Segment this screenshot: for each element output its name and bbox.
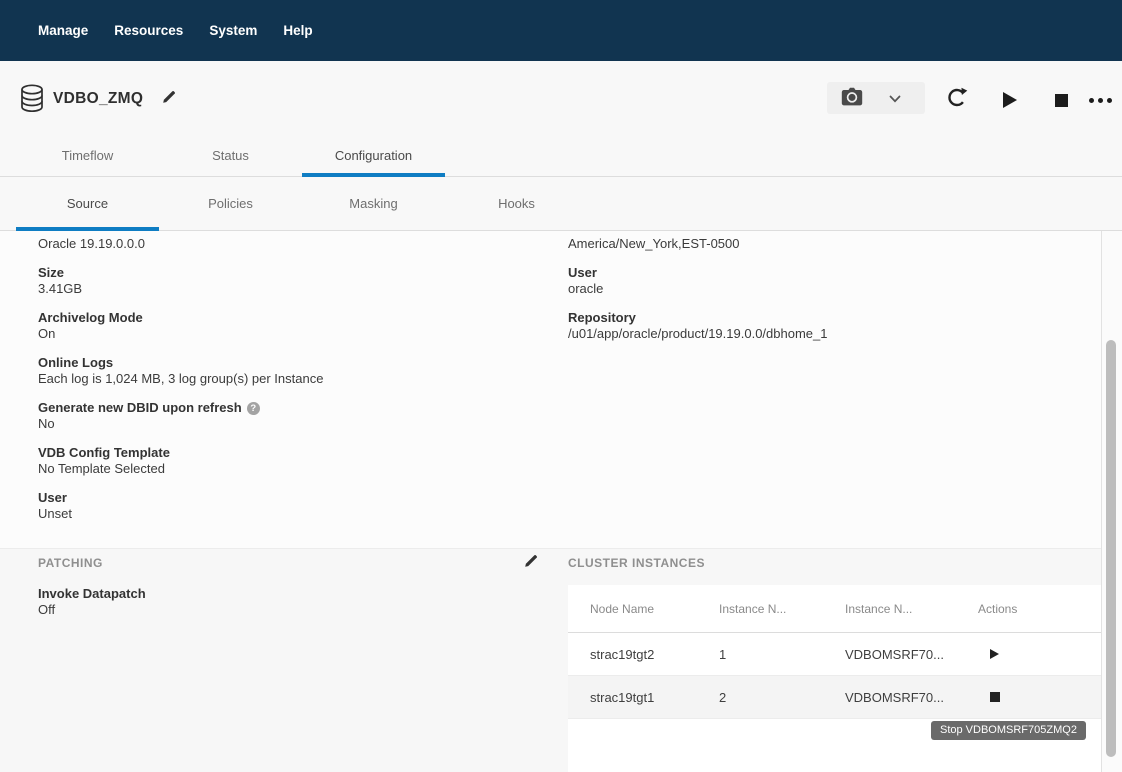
field-user-right: User oracle bbox=[568, 265, 1068, 297]
ellipsis-icon bbox=[1089, 98, 1112, 103]
field-label: Repository bbox=[568, 310, 1068, 326]
field-value: No bbox=[38, 416, 518, 432]
nav-item-system[interactable]: System bbox=[209, 23, 257, 38]
column-header-actions: Actions bbox=[978, 602, 1101, 616]
field-value: oracle bbox=[568, 281, 1068, 297]
stop-instance-tooltip: Stop VDBOMSRF705ZMQ2 bbox=[931, 721, 1086, 740]
details-right-column: America/New_York,EST-0500 User oracle Re… bbox=[568, 236, 1068, 355]
table-header-row: Node Name Instance N... Instance N... Ac… bbox=[568, 585, 1101, 633]
object-header: VDBO_ZMQ bbox=[0, 61, 1122, 135]
field-online-logs: Online Logs Each log is 1,024 MB, 3 log … bbox=[38, 355, 518, 387]
top-nav: Manage Resources System Help bbox=[0, 0, 1122, 61]
field-value: Off bbox=[38, 602, 146, 618]
cell-node-name: strac19tgt1 bbox=[590, 690, 719, 705]
app-window: Manage Resources System Help VDBO_ZMQ bbox=[0, 0, 1122, 772]
table-row: strac19tgt2 1 VDBOMSRF70... bbox=[568, 633, 1101, 676]
patching-section-heading: PATCHING bbox=[38, 556, 103, 570]
column-header-instance-number: Instance N... bbox=[719, 602, 845, 616]
field-vdb-config-template: VDB Config Template No Template Selected bbox=[38, 445, 518, 477]
snapshot-button-group bbox=[827, 82, 925, 114]
pencil-icon bbox=[523, 557, 539, 572]
stop-instance-button[interactable] bbox=[990, 692, 1000, 702]
chevron-down-icon bbox=[889, 91, 901, 106]
secondary-tabbar: Source Policies Masking Hooks bbox=[0, 177, 1122, 231]
stop-vdb-button[interactable] bbox=[1046, 85, 1076, 115]
subtab-hooks[interactable]: Hooks bbox=[445, 177, 588, 230]
cell-instance-number: 1 bbox=[719, 647, 845, 662]
stop-icon bbox=[1055, 94, 1068, 107]
field-generate-dbid: Generate new DBID upon refresh? No bbox=[38, 400, 518, 432]
snapshot-camera-button[interactable] bbox=[827, 82, 863, 114]
subtab-policies[interactable]: Policies bbox=[159, 177, 302, 230]
play-icon bbox=[990, 649, 999, 659]
field-label: Invoke Datapatch bbox=[38, 586, 146, 602]
tab-status[interactable]: Status bbox=[159, 135, 302, 176]
field-repository: Repository /u01/app/oracle/product/19.19… bbox=[568, 310, 1068, 342]
tab-timeflow[interactable]: Timeflow bbox=[16, 135, 159, 176]
field-invoke-datapatch: Invoke Datapatch Off bbox=[38, 586, 146, 618]
nav-item-manage[interactable]: Manage bbox=[38, 23, 88, 38]
stop-icon bbox=[990, 692, 1000, 702]
header-actions bbox=[0, 61, 1122, 135]
refresh-button[interactable] bbox=[942, 84, 972, 114]
field-value: Unset bbox=[38, 506, 518, 522]
field-value: On bbox=[38, 326, 518, 342]
table-row: strac19tgt1 2 VDBOMSRF70... bbox=[568, 676, 1101, 719]
field-timezone: America/New_York,EST-0500 bbox=[568, 236, 1068, 252]
field-label: VDB Config Template bbox=[38, 445, 518, 461]
scrollbar-track[interactable] bbox=[1101, 231, 1122, 772]
primary-tabbar: Timeflow Status Configuration bbox=[0, 135, 1122, 177]
nav-item-resources[interactable]: Resources bbox=[114, 23, 183, 38]
cluster-instances-heading: CLUSTER INSTANCES bbox=[568, 556, 705, 570]
field-value: No Template Selected bbox=[38, 461, 518, 477]
field-user-left: User Unset bbox=[38, 490, 518, 522]
more-actions-button[interactable] bbox=[1085, 85, 1115, 115]
start-instance-button[interactable] bbox=[990, 649, 999, 659]
field-label: Online Logs bbox=[38, 355, 518, 371]
column-header-node-name: Node Name bbox=[590, 602, 719, 616]
field-value: 3.41GB bbox=[38, 281, 518, 297]
field-version: Oracle 19.19.0.0.0 bbox=[38, 236, 518, 252]
cluster-instances-table: Node Name Instance N... Instance N... Ac… bbox=[568, 585, 1101, 772]
subtab-masking[interactable]: Masking bbox=[302, 177, 445, 230]
refresh-icon bbox=[945, 85, 970, 113]
play-icon bbox=[1003, 92, 1017, 108]
start-vdb-button[interactable] bbox=[995, 85, 1025, 115]
cell-instance-name: VDBOMSRF70... bbox=[845, 647, 978, 662]
page-chrome: VDBO_ZMQ bbox=[0, 61, 1122, 231]
edit-patching-button[interactable] bbox=[521, 552, 541, 572]
cell-instance-name: VDBOMSRF70... bbox=[845, 690, 978, 705]
help-icon[interactable]: ? bbox=[247, 402, 260, 415]
column-header-instance-name: Instance N... bbox=[845, 602, 978, 616]
field-value: America/New_York,EST-0500 bbox=[568, 236, 1068, 252]
field-label: Generate new DBID upon refresh? bbox=[38, 400, 518, 416]
field-value: Oracle 19.19.0.0.0 bbox=[38, 236, 518, 252]
field-size: Size 3.41GB bbox=[38, 265, 518, 297]
field-label: Archivelog Mode bbox=[38, 310, 518, 326]
field-label: Size bbox=[38, 265, 518, 281]
scrollbar-thumb[interactable] bbox=[1106, 340, 1116, 757]
details-left-column: Oracle 19.19.0.0.0 Size 3.41GB Archivelo… bbox=[38, 236, 518, 535]
field-value: Each log is 1,024 MB, 3 log group(s) per… bbox=[38, 371, 518, 387]
tab-configuration[interactable]: Configuration bbox=[302, 135, 445, 176]
source-details-panel: Oracle 19.19.0.0.0 Size 3.41GB Archivelo… bbox=[0, 231, 1101, 548]
cell-instance-number: 2 bbox=[719, 690, 845, 705]
field-archivelog-mode: Archivelog Mode On bbox=[38, 310, 518, 342]
field-label: User bbox=[568, 265, 1068, 281]
cell-node-name: strac19tgt2 bbox=[590, 647, 719, 662]
snapshot-dropdown-button[interactable] bbox=[889, 82, 901, 114]
subtab-source[interactable]: Source bbox=[16, 177, 159, 230]
nav-item-help[interactable]: Help bbox=[283, 23, 312, 38]
field-value: /u01/app/oracle/product/19.19.0.0/dbhome… bbox=[568, 326, 1068, 342]
field-label: User bbox=[38, 490, 518, 506]
camera-icon bbox=[841, 87, 863, 109]
